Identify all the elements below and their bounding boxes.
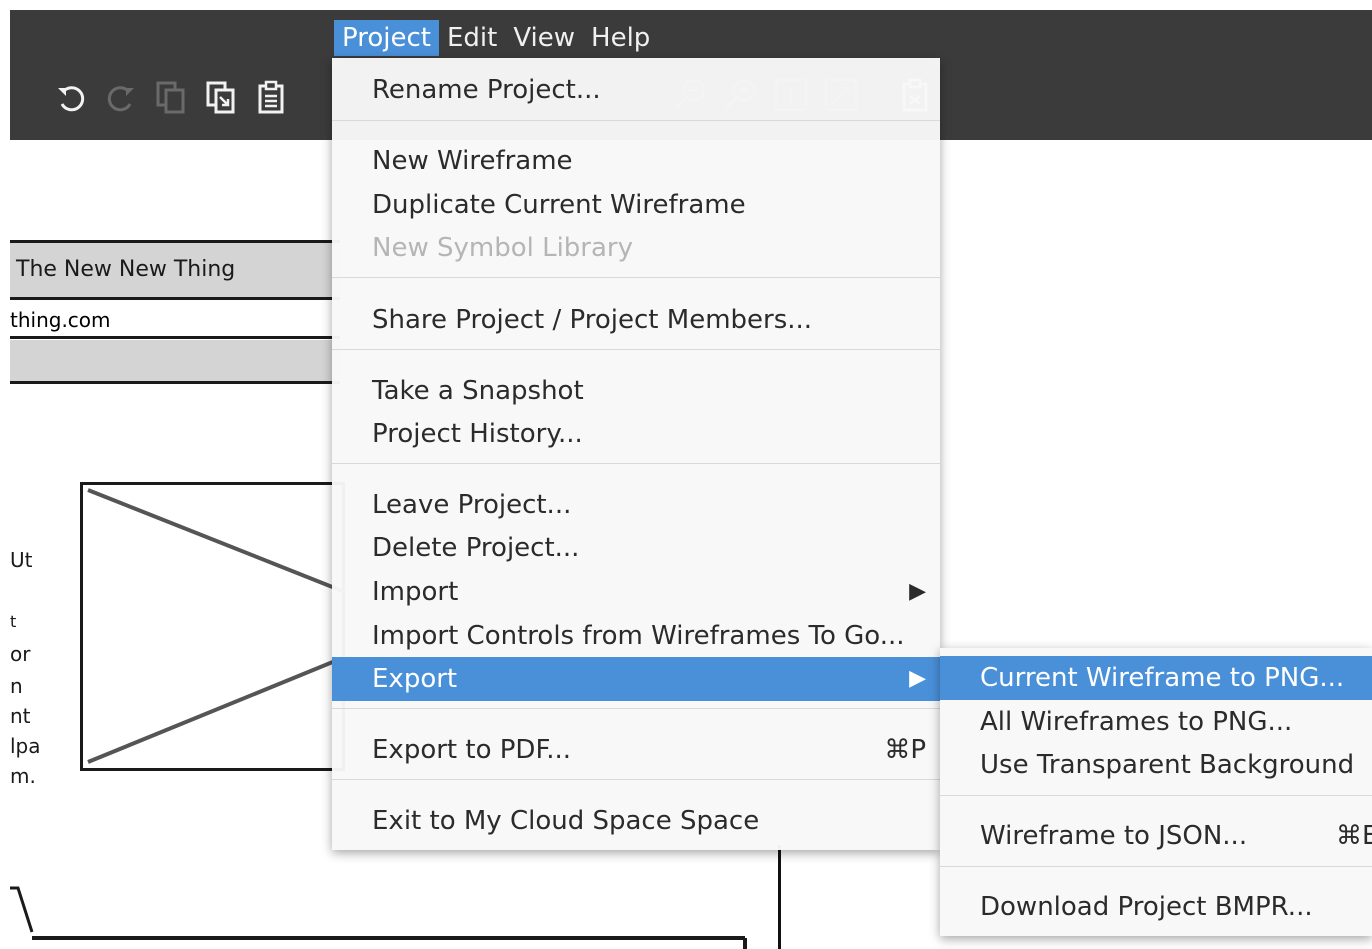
menu-item-export-pdf[interactable]: Export to PDF... ⌘P [332, 728, 940, 772]
menu-item-delete-project[interactable]: Delete Project... [332, 526, 940, 570]
menu-item-label: Export [372, 664, 458, 694]
submenu-arrow-icon: ▶ [909, 579, 926, 604]
menu-item-label: Duplicate Current Wireframe [372, 190, 746, 220]
wireframe-url: thing.com [10, 308, 111, 332]
wireframe-text-1: Ut [10, 548, 33, 572]
menu-item-label: Rename Project... [372, 75, 601, 105]
menu-item-rename-project[interactable]: Rename Project... [332, 68, 940, 112]
wireframe-text-5: nt [10, 704, 31, 728]
menu-item-share-project[interactable]: Share Project / Project Members... [332, 298, 940, 342]
wireframe-vertical-line [778, 845, 781, 949]
menu-separator [940, 866, 1372, 867]
menu-item-label: Take a Snapshot [372, 376, 584, 406]
submenu-item-transparent-bg[interactable]: Use Transparent Background [940, 743, 1372, 787]
paste-icon[interactable] [250, 76, 292, 118]
menubar: Project Edit View Help [334, 20, 658, 56]
menu-item-label: Share Project / Project Members... [372, 305, 813, 335]
menu-item-exit[interactable]: Exit to My Cloud Space Space [332, 799, 940, 843]
menu-item-label: All Wireframes to PNG... [980, 707, 1293, 737]
wireframe-text-2: t [10, 612, 17, 631]
menu-item-duplicate-wireframe[interactable]: Duplicate Current Wireframe [332, 183, 940, 227]
wireframe-url-bar: thing.com [10, 303, 340, 339]
menu-item-new-wireframe[interactable]: New Wireframe [332, 139, 940, 183]
wireframe-bottom-shape [10, 886, 747, 949]
menu-item-label: New Symbol Library [372, 233, 634, 263]
toolbar [50, 74, 292, 120]
menu-item-label: Wireframe to JSON... [980, 821, 1248, 851]
shortcut-label: ⌘E [1336, 821, 1372, 851]
menu-item-import[interactable]: Import ▶ [332, 570, 940, 614]
redo-icon[interactable] [100, 76, 142, 118]
menu-separator [332, 463, 940, 464]
menu-item-label: Project History... [372, 419, 583, 449]
submenu-item-download-bmpr[interactable]: Download Project BMPR... [940, 885, 1372, 929]
shortcut-label: ⌘P [884, 735, 926, 765]
menu-separator [332, 120, 940, 121]
menu-project[interactable]: Project [334, 20, 439, 56]
menu-item-import-controls[interactable]: Import Controls from Wireframes To Go... [332, 614, 940, 658]
wireframe-title: The New New Thing [16, 257, 236, 282]
menu-item-label: Delete Project... [372, 533, 580, 563]
menu-item-leave-project[interactable]: Leave Project... [332, 483, 940, 527]
menu-item-label: Leave Project... [372, 490, 572, 520]
menu-separator [332, 349, 940, 350]
copy-icon[interactable] [150, 76, 192, 118]
wireframe-image-placeholder [80, 482, 345, 771]
menu-item-label: Import Controls from Wireframes To Go... [372, 621, 905, 651]
menu-item-label: New Wireframe [372, 146, 573, 176]
wireframe-text-7: m. [10, 764, 36, 788]
menu-item-export[interactable]: Export ▶ [332, 657, 940, 701]
submenu-item-current-png[interactable]: Current Wireframe to PNG... [940, 656, 1372, 700]
menu-item-label: Download Project BMPR... [980, 892, 1313, 922]
wireframe-text-3: or [10, 642, 31, 666]
wireframe-text-6: lpa [10, 734, 41, 758]
menu-separator [332, 708, 940, 709]
menu-item-take-snapshot[interactable]: Take a Snapshot [332, 369, 940, 413]
wireframe-nav-bar [10, 340, 340, 384]
menu-item-label: Import [372, 577, 459, 607]
wireframe-text-4: n [10, 674, 23, 698]
submenu-arrow-icon: ▶ [909, 666, 926, 691]
menu-separator [332, 277, 940, 278]
menu-item-label: Use Transparent Background [980, 750, 1355, 780]
menu-item-new-symbol-library: New Symbol Library [332, 226, 940, 270]
undo-icon[interactable] [50, 76, 92, 118]
menu-view[interactable]: View [505, 20, 583, 56]
menu-item-project-history[interactable]: Project History... [332, 412, 940, 456]
duplicate-icon[interactable] [200, 76, 242, 118]
menu-edit[interactable]: Edit [439, 20, 505, 56]
menu-item-label: Exit to My Cloud Space Space [372, 806, 760, 836]
menu-item-label: Current Wireframe to PNG... [980, 663, 1345, 693]
menu-separator [332, 779, 940, 780]
submenu-item-json[interactable]: Wireframe to JSON... ⌘E [940, 814, 1372, 858]
menu-item-label: Export to PDF... [372, 735, 572, 765]
export-submenu: Current Wireframe to PNG... All Wirefram… [940, 648, 1372, 936]
wireframe-title-bar: The New New Thing [10, 240, 340, 300]
project-menu: Rename Project... New Wireframe Duplicat… [332, 58, 940, 850]
submenu-item-all-png[interactable]: All Wireframes to PNG... [940, 700, 1372, 744]
menu-separator [940, 795, 1372, 796]
menu-help[interactable]: Help [583, 20, 658, 56]
